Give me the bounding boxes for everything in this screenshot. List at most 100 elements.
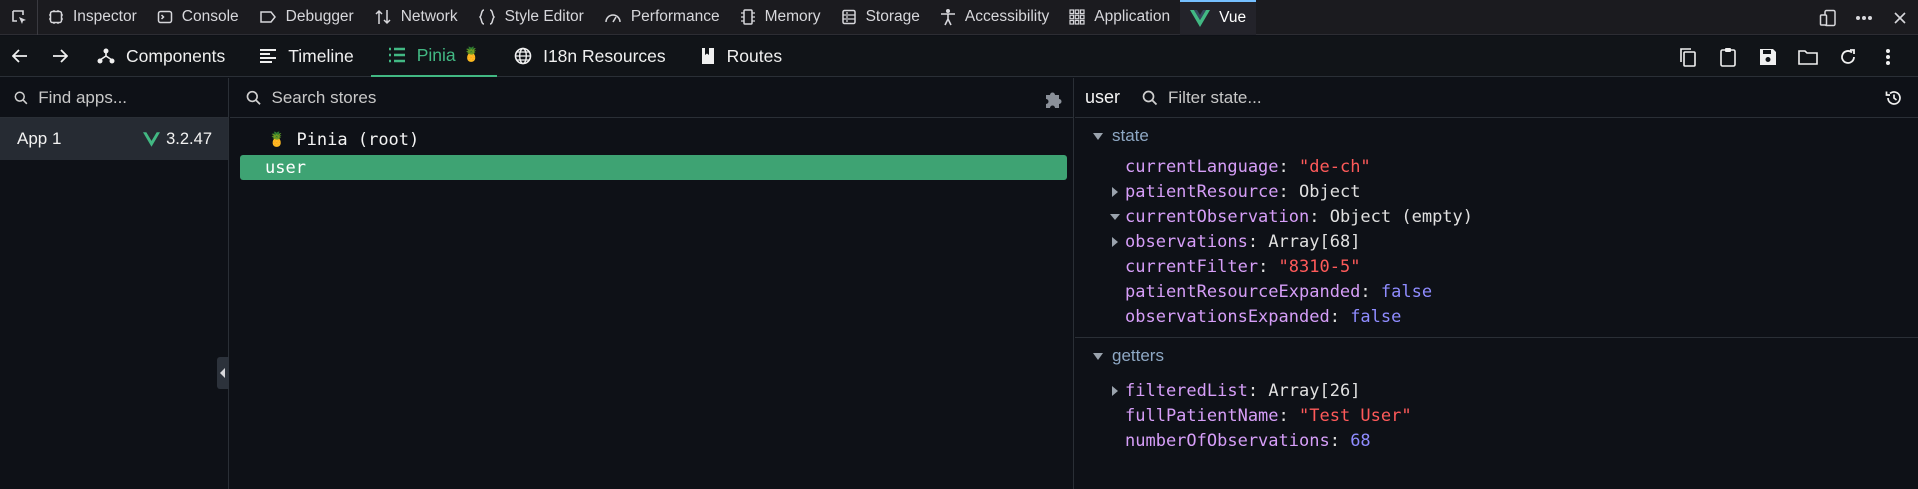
import-state-button[interactable] <box>1788 36 1828 77</box>
prop-colon: : <box>1247 380 1269 401</box>
prop-value: 68 <box>1350 430 1371 451</box>
more-actions-button[interactable] <box>1868 36 1908 77</box>
search-icon <box>246 90 261 105</box>
tab-label: Application <box>1094 8 1171 25</box>
tab-performance[interactable]: Performance <box>594 0 730 35</box>
getter-prop-full-patient-name[interactable]: fullPatientName: "Test User" <box>1075 403 1918 428</box>
inspected-store-name: user <box>1085 87 1121 107</box>
search-stores-row <box>230 78 1073 118</box>
nav-tab-label: Timeline <box>288 45 354 66</box>
history-button[interactable] <box>1885 89 1903 111</box>
tab-components[interactable]: Components <box>80 36 242 77</box>
memory-icon <box>740 9 755 25</box>
version-label: 3.2.47 <box>166 129 212 148</box>
section-getters-header[interactable]: getters <box>1075 338 1918 374</box>
network-icon <box>375 9 391 25</box>
tab-network[interactable]: Network <box>364 0 468 35</box>
tab-label: Vue <box>1219 9 1247 26</box>
console-icon <box>157 10 173 24</box>
more-vertical-icon <box>1886 48 1890 65</box>
plugin-settings-button[interactable] <box>1043 88 1065 114</box>
prop-value: "de-ch" <box>1299 156 1371 177</box>
prop-colon: : <box>1247 231 1269 252</box>
search-stores-input[interactable] <box>271 87 1073 108</box>
filter-state-input[interactable] <box>1168 87 1689 108</box>
prop-colon: : <box>1278 156 1300 177</box>
section-state-header[interactable]: state <box>1075 118 1918 154</box>
save-state-button[interactable] <box>1748 36 1788 77</box>
expand-down-icon[interactable] <box>1110 213 1120 220</box>
collapse-pane-handle[interactable] <box>217 357 229 389</box>
prop-value: false <box>1350 306 1402 327</box>
store-tree: 🍍 Pinia (root) user <box>230 128 1073 180</box>
state-prop-observations-expanded[interactable]: observationsExpanded: false <box>1075 304 1918 329</box>
puzzle-icon <box>1046 92 1062 108</box>
tab-label: Style Editor <box>504 8 584 25</box>
section-title: state <box>1112 126 1149 145</box>
more-options-button[interactable] <box>1846 0 1882 35</box>
prop-value: "Test User" <box>1299 405 1412 426</box>
expand-right-icon[interactable] <box>1112 385 1118 396</box>
tab-vue[interactable]: Vue <box>1180 0 1257 35</box>
expand-right-icon[interactable] <box>1112 236 1118 247</box>
getter-prop-filtered-list[interactable]: filteredList: Array[26] <box>1075 378 1918 403</box>
tab-label: Performance <box>630 8 720 25</box>
state-props: currentLanguage: "de-ch" patientResource… <box>1075 154 1918 329</box>
forward-button[interactable] <box>40 36 80 77</box>
prop-key: fullPatientName <box>1125 405 1279 426</box>
tab-style-editor[interactable]: Style Editor <box>468 0 594 35</box>
tab-timeline[interactable]: Timeline <box>242 36 370 77</box>
state-prop-patient-resource[interactable]: patientResource: Object <box>1075 179 1918 204</box>
tab-i18n-resources[interactable]: I18n Resources <box>497 36 683 77</box>
close-devtools-button[interactable] <box>1882 0 1918 35</box>
store-tree-root[interactable]: 🍍 Pinia (root) <box>230 128 1073 152</box>
tab-pinia[interactable]: Pinia 🍍 <box>370 36 498 77</box>
state-prop-current-filter[interactable]: currentFilter: "8310-5" <box>1075 254 1918 279</box>
getter-prop-number-of-observations[interactable]: numberOfObservations: 68 <box>1075 428 1918 453</box>
search-icon <box>1142 90 1158 105</box>
debugger-icon <box>259 11 276 23</box>
state-prop-patient-resource-expanded[interactable]: patientResourceExpanded: false <box>1075 279 1918 304</box>
prop-value: Object (empty) <box>1329 206 1474 227</box>
prop-key: currentLanguage <box>1125 156 1279 177</box>
copy-state-button[interactable] <box>1668 36 1708 77</box>
tab-label: Debugger <box>285 8 354 25</box>
state-prop-current-observation[interactable]: currentObservation: Object (empty) <box>1075 204 1918 229</box>
history-icon <box>1885 91 1901 105</box>
close-icon <box>1894 11 1906 24</box>
tab-accessibility[interactable]: Accessibility <box>930 0 1059 35</box>
nav-tab-label: Components <box>126 45 226 66</box>
storage-icon <box>841 9 856 25</box>
apps-pane: App 1 3.2.47 <box>0 78 229 489</box>
tab-inspector[interactable]: Inspector <box>38 0 147 35</box>
style-editor-icon <box>478 9 495 25</box>
vue-logo-icon <box>143 131 161 147</box>
store-label: user <box>265 157 306 178</box>
paste-state-button[interactable] <box>1708 36 1748 77</box>
tab-debugger[interactable]: Debugger <box>249 0 364 35</box>
expand-right-icon[interactable] <box>1112 186 1118 197</box>
store-tree-item-user[interactable]: user <box>240 155 1067 180</box>
state-inspector-pane: user state currentLanguage: "de-ch" pati… <box>1075 78 1918 489</box>
element-picker-icon <box>11 10 26 24</box>
responsive-design-button[interactable] <box>1810 0 1846 35</box>
pinia-list-icon <box>388 47 405 63</box>
tab-console[interactable]: Console <box>147 0 249 35</box>
back-button[interactable] <box>0 36 40 77</box>
tab-storage[interactable]: Storage <box>831 0 930 35</box>
getter-props: filteredList: Array[26] fullPatientName:… <box>1075 378 1918 453</box>
tab-memory[interactable]: Memory <box>730 0 831 35</box>
find-apps-input[interactable] <box>38 87 228 108</box>
prop-key: observationsExpanded <box>1125 306 1330 327</box>
refresh-icon <box>1841 48 1855 64</box>
element-picker-button[interactable] <box>0 0 38 35</box>
tab-application[interactable]: Application <box>1059 0 1180 35</box>
application-icon <box>1069 9 1085 25</box>
app-list-item[interactable]: App 1 3.2.47 <box>0 118 228 160</box>
chevron-left-icon <box>220 368 225 378</box>
state-prop-current-language[interactable]: currentLanguage: "de-ch" <box>1075 154 1918 179</box>
state-prop-observations[interactable]: observations: Array[68] <box>1075 229 1918 254</box>
tab-routes[interactable]: Routes <box>683 36 799 77</box>
refresh-button[interactable] <box>1828 36 1868 77</box>
nav-tab-label: Routes <box>726 45 783 66</box>
